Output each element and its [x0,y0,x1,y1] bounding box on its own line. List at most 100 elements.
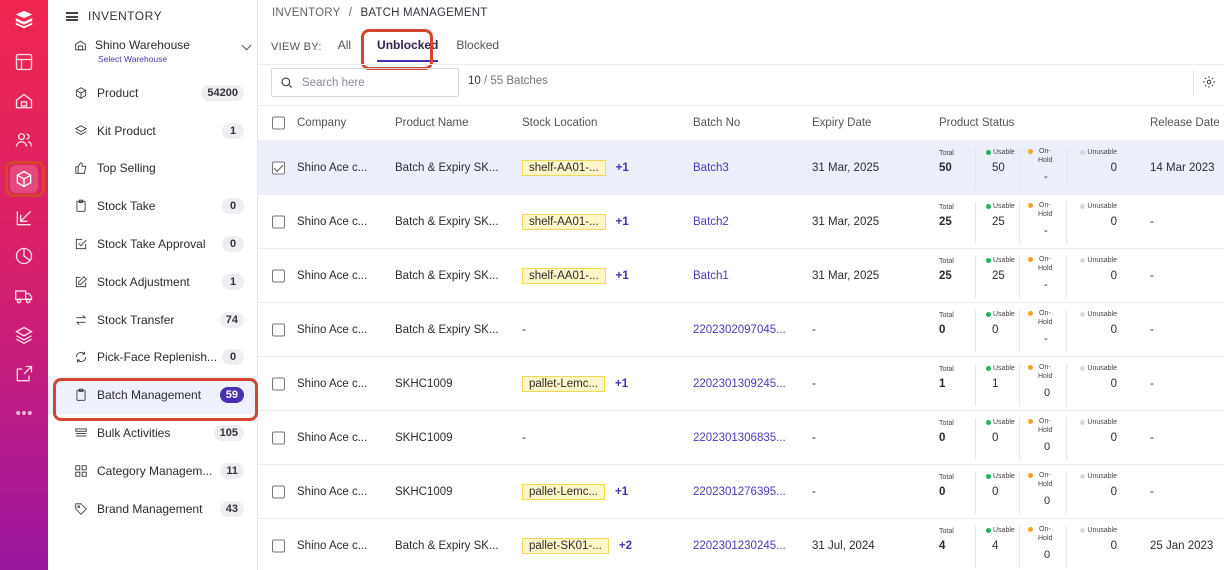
table-row[interactable]: Shino Ace c... Batch & Expiry SK... pallet… [258,519,1224,570]
table-row[interactable]: Shino Ace c... Batch & Expiry SK... shelf-… [258,141,1224,195]
layers-icon[interactable] [10,321,38,349]
row-checkbox[interactable] [272,161,285,174]
sidebar-item-product[interactable]: Product 54200 [48,74,258,112]
product-name-cell: Batch & Expiry SK... [395,161,499,174]
batch-count: 10 / 55 Batches [468,75,548,87]
sidebar-item-label: Stock Adjustment [97,274,190,289]
table-row[interactable]: Shino Ace c... Batch & Expiry SK... shelf-… [258,195,1224,249]
total-value: 50 [939,162,952,174]
stock-location-tag[interactable]: shelf-AA01-... [522,213,606,230]
batch-no-link[interactable]: Batch1 [693,270,729,282]
more-locations-link[interactable]: +1 [615,378,628,390]
logo-icon[interactable] [10,6,38,34]
row-checkbox[interactable] [272,431,285,444]
tab-all[interactable]: All [338,38,351,56]
header-expiry-date[interactable]: Expiry Date [812,117,871,129]
stock-location-tag[interactable]: shelf-AA01-... [522,267,606,284]
header-stock-location[interactable]: Stock Location [522,117,597,129]
table-row[interactable]: Shino Ace c... Batch & Expiry SK... - 22023… [258,303,1224,357]
product-name-cell: Batch & Expiry SK... [395,539,499,552]
more-locations-link[interactable]: +2 [619,540,632,552]
status-label: Total [939,312,954,319]
inbound-icon[interactable] [10,204,38,232]
more-locations-link[interactable]: +1 [615,486,628,498]
sidebar-item-label: Brand Management [97,501,203,516]
sidebar-item-top-selling[interactable]: Top Selling [48,150,258,188]
sidebar-item-stock-transfer[interactable]: Stock Transfer 74 [48,301,258,339]
total-value: 25 [939,216,952,228]
header-product-status[interactable]: Product Status [939,117,1014,129]
gear-icon[interactable] [1202,75,1216,89]
select-all-checkbox[interactable] [272,116,285,130]
more-locations-link[interactable]: +1 [616,162,629,174]
chart-icon[interactable] [10,242,38,270]
row-checkbox[interactable] [272,377,285,390]
table-row[interactable]: Shino Ace c... SKHC1009 pallet-Lemc... +1 22… [258,465,1224,519]
row-checkbox[interactable] [272,485,285,498]
row-checkbox[interactable] [272,323,285,336]
sidebar-item-kit-product[interactable]: Kit Product 1 [48,112,258,150]
batch-no-link[interactable]: Batch2 [693,216,729,228]
row-checkbox[interactable] [272,539,285,552]
batch-no-link[interactable]: 2202302097045... [693,324,786,336]
menu-icon[interactable] [66,11,78,21]
stock-location-cell: shelf-AA01-... +1 [522,267,629,284]
stock-location-text: - [522,323,526,336]
tab-blocked[interactable]: Blocked [456,38,499,56]
stock-location-tag[interactable]: pallet-Lemc... [522,483,606,500]
header-company[interactable]: Company [297,117,346,129]
status-usable: Usable 1 [975,364,1017,406]
warehouse-selector[interactable]: Shino Warehouse Select Warehouse [74,38,252,64]
status-unusable: Unusable 0 [1066,202,1117,244]
unusable-value: 0 [1110,540,1117,552]
layout-icon[interactable] [10,48,38,76]
tabs-divider [258,64,1224,65]
stock-location-tag[interactable]: shelf-AA01-... [522,159,606,176]
warehouse-subtitle[interactable]: Select Warehouse [98,54,250,64]
cube-icon [75,87,87,99]
table-row[interactable]: Shino Ace c... SKHC1009 pallet-Lemc... +1 22… [258,357,1224,411]
truck-icon[interactable] [10,282,38,310]
more-icon[interactable] [10,399,38,427]
batch-no-link[interactable]: 2202301309245... [693,378,786,390]
batch-no-link[interactable]: Batch3 [693,162,729,174]
usable-value: 0 [992,432,999,444]
row-checkbox[interactable] [272,269,285,282]
sidebar-item-pick-face-replenish[interactable]: Pick-Face Replenish... 0 [48,339,258,377]
active-item-highlight-box [53,378,258,421]
home-icon[interactable] [10,87,38,115]
stock-location-tag[interactable]: pallet-SK01-... [522,537,609,554]
status-label: On- [1039,310,1051,317]
sidebar-item-brand-management[interactable]: Brand Management 43 [48,490,258,528]
sidebar-item-stock-adjustment[interactable]: Stock Adjustment 1 [48,263,258,301]
breadcrumb-root[interactable]: INVENTORY [272,7,340,19]
unusable-value: 0 [1110,270,1117,282]
batch-no-link[interactable]: 2202301276395... [693,486,786,498]
row-checkbox[interactable] [272,215,285,228]
table-header: Company Product Name Stock Location Batc… [258,105,1224,141]
sidebar-item-stock-take-approval[interactable]: Stock Take Approval 0 [48,225,258,263]
users-icon[interactable] [10,126,38,154]
sidebar-nav: Product 54200 Kit Product 1 Top Selling … [48,74,258,528]
sidebar-item-category-management[interactable]: Category Managem... 11 [48,452,258,490]
external-link-icon[interactable] [10,360,38,388]
sidebar-item-stock-take[interactable]: Stock Take 0 [48,187,258,225]
search-input[interactable] [302,76,452,89]
more-locations-link[interactable]: +1 [616,270,629,282]
table-row[interactable]: Shino Ace c... SKHC1009 - 2202301306835... -… [258,411,1224,465]
header-batch-no[interactable]: Batch No [693,117,740,129]
product-status-cell: Total 4 Usable 4 On- Hold 0 Unusable 0 [939,526,1117,568]
table-row[interactable]: Shino Ace c... Batch & Expiry SK... shelf-… [258,249,1224,303]
status-total: Total 4 [939,526,969,568]
status-label: Unusable [1087,257,1117,264]
header-release-date[interactable]: Release Date [1150,117,1220,129]
more-locations-link[interactable]: +1 [616,216,629,228]
usable-dot-icon [986,258,991,263]
status-unusable: Unusable 0 [1066,472,1117,514]
batch-no-link[interactable]: 2202301306835... [693,432,786,444]
hold-dot-icon [1028,365,1033,370]
header-product-name[interactable]: Product Name [395,117,469,129]
stock-location-tag[interactable]: pallet-Lemc... [522,375,606,392]
status-label: Total [939,474,954,481]
batch-no-link[interactable]: 2202301230245... [693,540,786,552]
